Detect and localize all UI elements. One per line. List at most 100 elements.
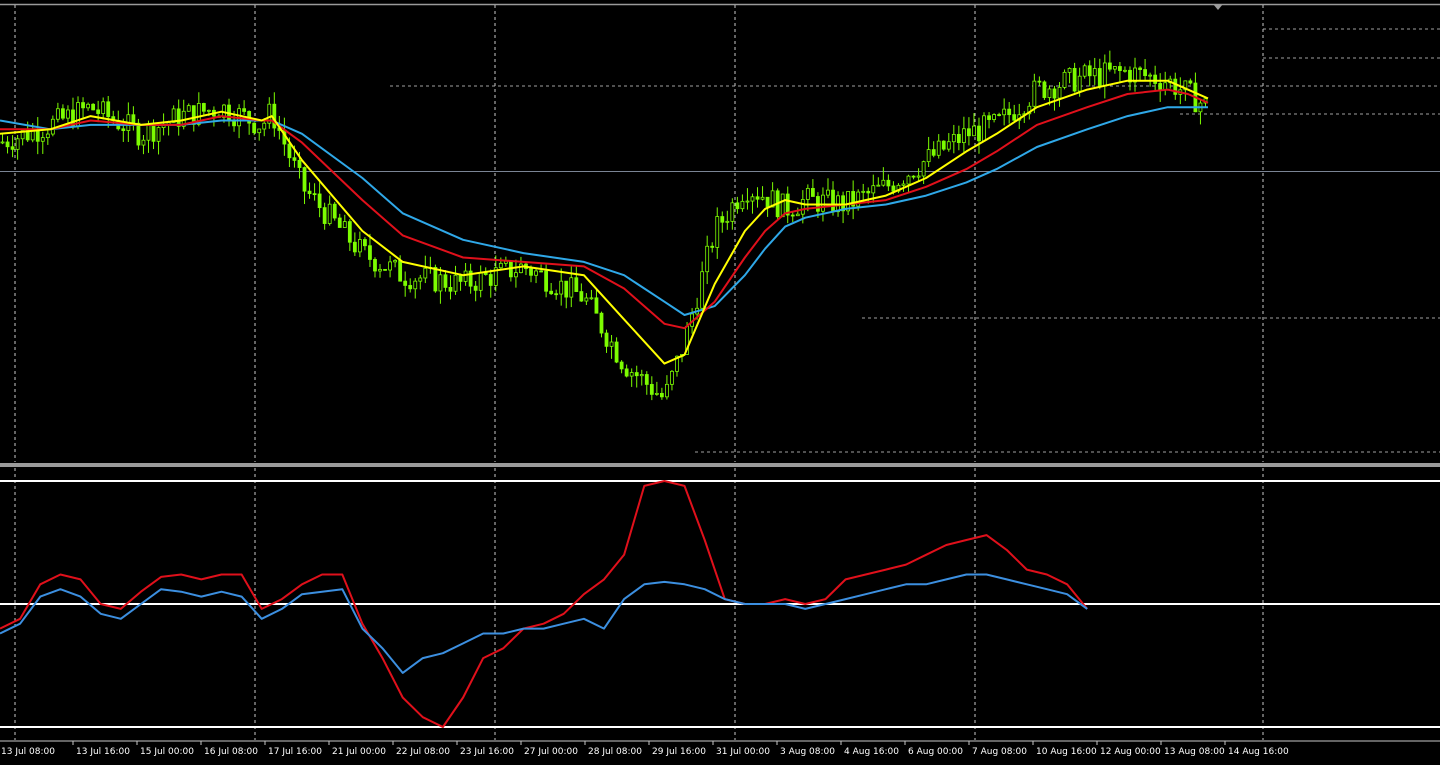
candle-body xyxy=(1007,108,1012,116)
candle-body xyxy=(1188,80,1193,84)
ma-line-ma-mid xyxy=(0,88,1209,330)
candle-body xyxy=(201,103,206,112)
candle-body xyxy=(886,179,891,187)
candle-body xyxy=(1082,65,1087,77)
candle-body xyxy=(352,241,357,253)
candle-body xyxy=(997,114,1002,116)
candle-body xyxy=(1052,88,1057,99)
candle-body xyxy=(55,108,60,120)
candle-body xyxy=(66,109,70,119)
candle-body xyxy=(40,137,45,142)
time-tick-label: 12 Aug 00:00 xyxy=(1100,747,1161,757)
candle-body xyxy=(936,140,941,156)
candle-body xyxy=(1158,83,1163,91)
candle-body xyxy=(745,200,750,203)
candle-body xyxy=(327,203,332,224)
time-tick-label: 17 Jul 16:00 xyxy=(268,747,322,757)
chart-canvas[interactable]: 13 Jul 08:00 13 Jul 16:00 15 Jul 00:00 16 J… xyxy=(0,0,1440,765)
time-tick-label: 10 Aug 16:00 xyxy=(1036,747,1097,757)
candle-body xyxy=(1102,62,1107,86)
candle-body xyxy=(614,341,619,363)
candle-body xyxy=(634,372,639,377)
candle-body xyxy=(186,105,191,112)
trading-chart-window[interactable]: 13 Jul 08:00 13 Jul 16:00 15 Jul 00:00 16 J… xyxy=(0,0,1440,765)
candle-body xyxy=(544,270,549,292)
candle-body xyxy=(252,122,257,134)
candle-body xyxy=(735,202,740,210)
time-tick-label: 21 Jul 00:00 xyxy=(332,747,386,757)
candle-body xyxy=(0,141,5,144)
candle-body xyxy=(519,263,523,274)
candle-body xyxy=(931,149,936,156)
chart-shift-marker-icon[interactable] xyxy=(1213,4,1223,10)
candle-body xyxy=(967,128,971,137)
candle-body xyxy=(534,270,538,276)
candle-body xyxy=(584,297,589,302)
candle-body xyxy=(911,175,916,178)
candle-body xyxy=(977,125,981,142)
candle-body xyxy=(800,199,805,215)
time-tick-label: 13 Jul 08:00 xyxy=(1,747,55,757)
candle-body xyxy=(1092,68,1097,77)
main-pane-grid xyxy=(14,5,1440,462)
time-tick-label: 16 Jul 08:00 xyxy=(204,747,258,757)
candle-body xyxy=(710,245,715,248)
candle-body xyxy=(987,115,991,120)
candle-body xyxy=(1148,74,1153,77)
candle-body xyxy=(730,202,735,222)
candle-body xyxy=(45,133,50,139)
time-tick-label: 3 Aug 08:00 xyxy=(780,747,835,757)
candle-body xyxy=(992,114,996,120)
candle-body xyxy=(206,109,211,112)
oscillator-level-lines xyxy=(0,480,1440,728)
candle-body xyxy=(332,203,337,219)
candle-body xyxy=(312,193,317,196)
candle-body xyxy=(720,216,725,223)
candle-body xyxy=(1062,71,1067,88)
candle-body xyxy=(1072,68,1077,92)
candle-body xyxy=(413,280,418,290)
candle-body xyxy=(302,167,307,192)
candle-body xyxy=(363,239,367,247)
candle-body xyxy=(624,368,629,377)
ma-line-ma-fast xyxy=(0,79,1209,365)
candle-body xyxy=(136,122,141,146)
candle-body xyxy=(549,290,554,295)
candle-body xyxy=(242,108,247,112)
candle-body xyxy=(232,120,236,127)
candle-body xyxy=(458,274,463,282)
candle-body xyxy=(5,141,10,148)
candle-body xyxy=(951,133,956,143)
candle-body xyxy=(423,267,428,279)
candle-body xyxy=(1112,66,1117,70)
candle-body xyxy=(262,122,267,130)
candle-body xyxy=(891,185,896,192)
candle-body xyxy=(393,260,398,263)
candle-body xyxy=(357,239,362,253)
candle-body xyxy=(1047,88,1052,98)
candle-body xyxy=(297,159,302,168)
candle-body xyxy=(665,383,669,398)
candle-body xyxy=(921,161,926,177)
candle-body xyxy=(861,190,866,193)
candle-body xyxy=(871,185,876,194)
candle-body xyxy=(670,370,674,385)
candle-body xyxy=(1163,82,1168,91)
candle-body xyxy=(373,259,377,272)
candle-body xyxy=(654,392,659,395)
candle-body xyxy=(765,196,770,208)
time-tick-label: 7 Aug 08:00 xyxy=(972,747,1027,757)
candle-body xyxy=(705,245,710,273)
candle-body xyxy=(564,280,569,298)
candle-body xyxy=(629,372,634,377)
candle-body xyxy=(1077,75,1082,92)
candle-body xyxy=(403,280,408,286)
candle-body xyxy=(604,332,609,347)
candle-body xyxy=(740,200,745,210)
candle-body xyxy=(906,175,911,185)
candle-body xyxy=(1153,74,1158,84)
candle-body xyxy=(1012,114,1017,121)
pane-separator[interactable] xyxy=(0,463,1440,467)
candle-body xyxy=(337,217,342,228)
candle-body xyxy=(831,189,835,213)
